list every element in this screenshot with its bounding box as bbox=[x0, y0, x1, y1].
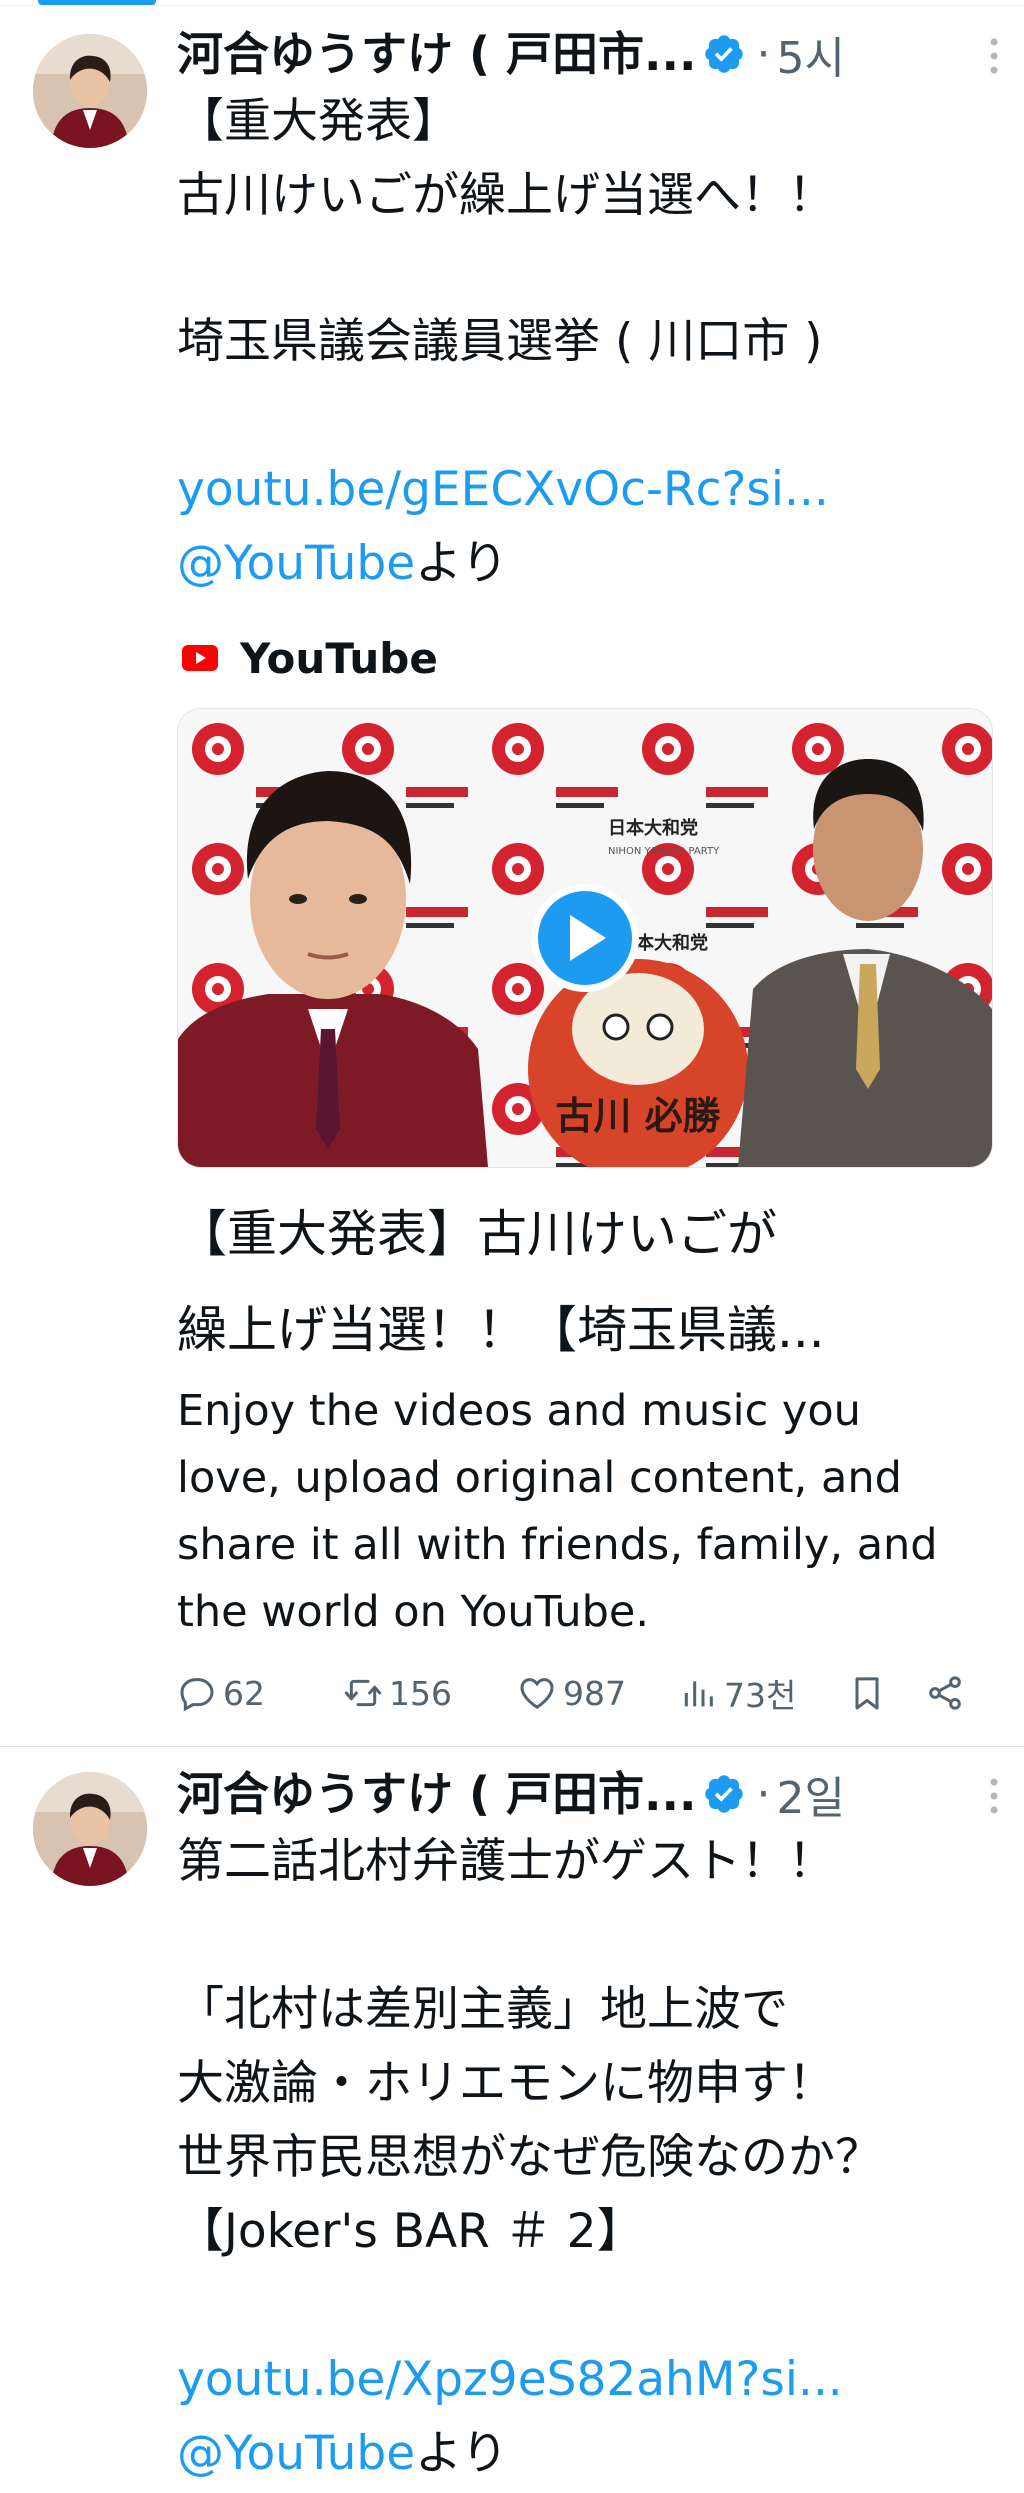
repost-icon bbox=[344, 1679, 382, 1707]
avatar[interactable] bbox=[33, 1772, 147, 1886]
tweet-action-bar: 62 156 987 73천 bbox=[177, 1668, 977, 1718]
more-vertical-icon[interactable] bbox=[974, 1774, 1014, 1818]
verified-badge-icon bbox=[705, 35, 744, 73]
tweet-link-url[interactable]: youtu.be/Xpz9eS82ahM?si... bbox=[177, 2350, 843, 2410]
tweet-text-line: 【Joker's BAR ＃ 2】 bbox=[177, 2204, 644, 2259]
separator-dot: · bbox=[756, 28, 771, 80]
attribution-suffix: より bbox=[415, 536, 509, 591]
daruma-text: 古川 必勝 bbox=[555, 1093, 721, 1138]
avatar[interactable] bbox=[33, 34, 147, 148]
tweet-text-line: 古川けいごが繰上げ当選へ！！ bbox=[177, 168, 835, 223]
repost-count: 156 bbox=[389, 1673, 452, 1713]
share-button[interactable] bbox=[925, 1668, 971, 1718]
tweet-link-url[interactable]: youtu.be/gEECXvOc-Rc?si... bbox=[177, 460, 829, 520]
tweet-link-attribution: @YouTubeより bbox=[177, 2424, 508, 2484]
video-thumbnail[interactable]: 日本大和党 NIHON YAMATO PARTY 日本大和党 古川 必勝 bbox=[177, 708, 993, 1168]
bookmark-button[interactable] bbox=[847, 1668, 893, 1718]
tweet-text-line: 大激論・ホリエモンに物申す！ bbox=[177, 2056, 835, 2111]
tweet-divider bbox=[0, 1746, 1024, 1747]
tweet-text-line: 第二話北村弁護士がゲスト！！ bbox=[177, 1834, 835, 1889]
card-title-line[interactable]: 【重大発表】古川けいごが bbox=[177, 1186, 777, 1282]
thumbnail-backdrop-text: 日本大和党 bbox=[608, 817, 698, 839]
reply-count: 62 bbox=[223, 1673, 265, 1713]
card-description-line: the world on YouTube. bbox=[177, 1587, 650, 1637]
tweet-text-line: 世界市民思想がなぜ危険なのか？ bbox=[177, 2130, 882, 2185]
reply-button[interactable]: 62 bbox=[177, 1668, 265, 1718]
author-display-name[interactable]: 河合ゆうすけ ( 戸田市... bbox=[177, 24, 696, 84]
tweet-header: 河合ゆうすけ ( 戸田市... · 2일 bbox=[177, 1762, 1004, 1826]
repost-button[interactable]: 156 bbox=[343, 1668, 452, 1718]
share-icon bbox=[929, 1676, 961, 1710]
youtube-mention-link[interactable]: @YouTube bbox=[177, 536, 415, 591]
separator-dot: · bbox=[756, 1768, 771, 1820]
card-description-line: share it all with friends, family, and bbox=[177, 1520, 938, 1570]
like-button[interactable]: 987 bbox=[517, 1668, 626, 1718]
reply-icon bbox=[180, 1678, 214, 1712]
card-source-label: YouTube bbox=[240, 633, 438, 683]
views-button[interactable]: 73천 bbox=[678, 1668, 796, 1718]
like-count: 987 bbox=[563, 1673, 626, 1713]
heart-icon bbox=[520, 1678, 554, 1709]
author-display-name[interactable]: 河合ゆうすけ ( 戸田市... bbox=[177, 1764, 696, 1824]
tweet-text-line: 埼玉県議会議員選挙 ( 川口市 ) bbox=[177, 314, 823, 369]
views-chart-icon bbox=[684, 1681, 713, 1707]
tweet-time[interactable]: 2일 bbox=[776, 1762, 844, 1826]
card-title-line[interactable]: 繰上げ当選！！【埼玉県議... bbox=[177, 1282, 825, 1378]
bookmark-icon bbox=[855, 1677, 879, 1710]
tweet-header: 河合ゆうすけ ( 戸田市... · 5시 bbox=[177, 22, 1004, 86]
tweet-text-line: 【重大発表】 bbox=[177, 94, 459, 149]
tweet-text-line: 「北村は差別主義」地上波で bbox=[177, 1982, 788, 2037]
tweet-time[interactable]: 5시 bbox=[776, 22, 844, 86]
top-divider bbox=[0, 5, 1024, 6]
card-description-line: Enjoy the videos and music you bbox=[177, 1386, 861, 1436]
more-vertical-icon[interactable] bbox=[974, 34, 1014, 78]
thumbnail-backdrop-subtext: NIHON YAMATO PARTY bbox=[608, 846, 720, 857]
card-description-line: love, upload original content, and bbox=[177, 1453, 902, 1503]
card-source: YouTube bbox=[182, 633, 438, 683]
verified-badge-icon bbox=[705, 1775, 744, 1813]
youtube-logo-icon bbox=[182, 645, 218, 671]
attribution-suffix: より bbox=[415, 2426, 509, 2481]
view-count: 73천 bbox=[724, 1676, 797, 1715]
tweet-link-attribution: @YouTubeより bbox=[177, 534, 508, 594]
youtube-mention-link[interactable]: @YouTube bbox=[177, 2426, 415, 2481]
